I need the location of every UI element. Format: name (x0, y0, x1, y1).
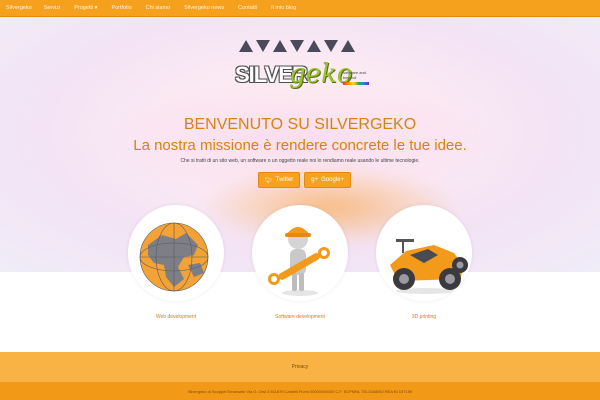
mission-heading: La nostra missione è rendere concrete le… (133, 137, 467, 154)
feature-software-development[interactable] (252, 205, 348, 301)
race-car-icon (390, 239, 468, 294)
logo-tagline: software and beyond (343, 70, 366, 80)
welcome-heading: BENVENUTO SU SILVERGEKO (183, 116, 417, 133)
feature-3d-printing-label[interactable]: 3D printing (364, 314, 484, 320)
feature-3d-printing[interactable] (376, 205, 472, 301)
nav-brand-silvergeko[interactable]: Silvergeko (6, 5, 32, 11)
top-navbar: Silvergeko Servizi Progetti ▾ Portfolio … (0, 0, 600, 17)
logo-triangles (239, 40, 355, 52)
twitter-label: Twitter (275, 177, 294, 183)
privacy-link[interactable]: Privacy (292, 364, 308, 370)
nav-item-chi-siamo[interactable]: Chi siamo (146, 5, 170, 11)
footer-links: Privacy (0, 352, 600, 382)
nav-item-progetti-dropdown[interactable]: Progetti ▾ (74, 5, 97, 11)
logo-color-bar (343, 82, 369, 85)
globe-icon (139, 222, 209, 292)
twitter-icon: 🐦︎ (265, 177, 273, 184)
twitter-button[interactable]: 🐦︎ Twitter (258, 172, 301, 188)
feature-web-development[interactable] (128, 205, 224, 301)
company-info-text: Silvergeko di Scoppel Emanuele Via G. Or… (187, 388, 413, 394)
silvergeko-logo: SILVER geko software and beyond (233, 40, 373, 115)
google-plus-button[interactable]: g+ Google+ (304, 172, 351, 188)
nav-item-blog[interactable]: Il mio blog (271, 5, 296, 11)
google-plus-label: Google+ (321, 177, 344, 183)
feature-web-development-label[interactable]: Web development (116, 314, 236, 320)
feature-software-development-label[interactable]: Software development (240, 314, 360, 320)
google-plus-icon: g+ (311, 177, 319, 183)
nav-item-servizi[interactable]: Servizi (44, 5, 61, 11)
footer-company-info: Silvergeko di Scoppel Emanuele Via G. Or… (0, 382, 600, 400)
nav-item-contatti[interactable]: Contatti (238, 5, 257, 11)
nav-item-news[interactable]: Silvergeko news (184, 5, 224, 11)
nav-item-portfolio[interactable]: Portfolio (111, 5, 131, 11)
worker-wrench-icon (268, 227, 330, 296)
hero-description: Che si tratti di un sito web, un softwar… (180, 158, 420, 164)
social-buttons: 🐦︎ Twitter g+ Google+ (258, 172, 351, 188)
